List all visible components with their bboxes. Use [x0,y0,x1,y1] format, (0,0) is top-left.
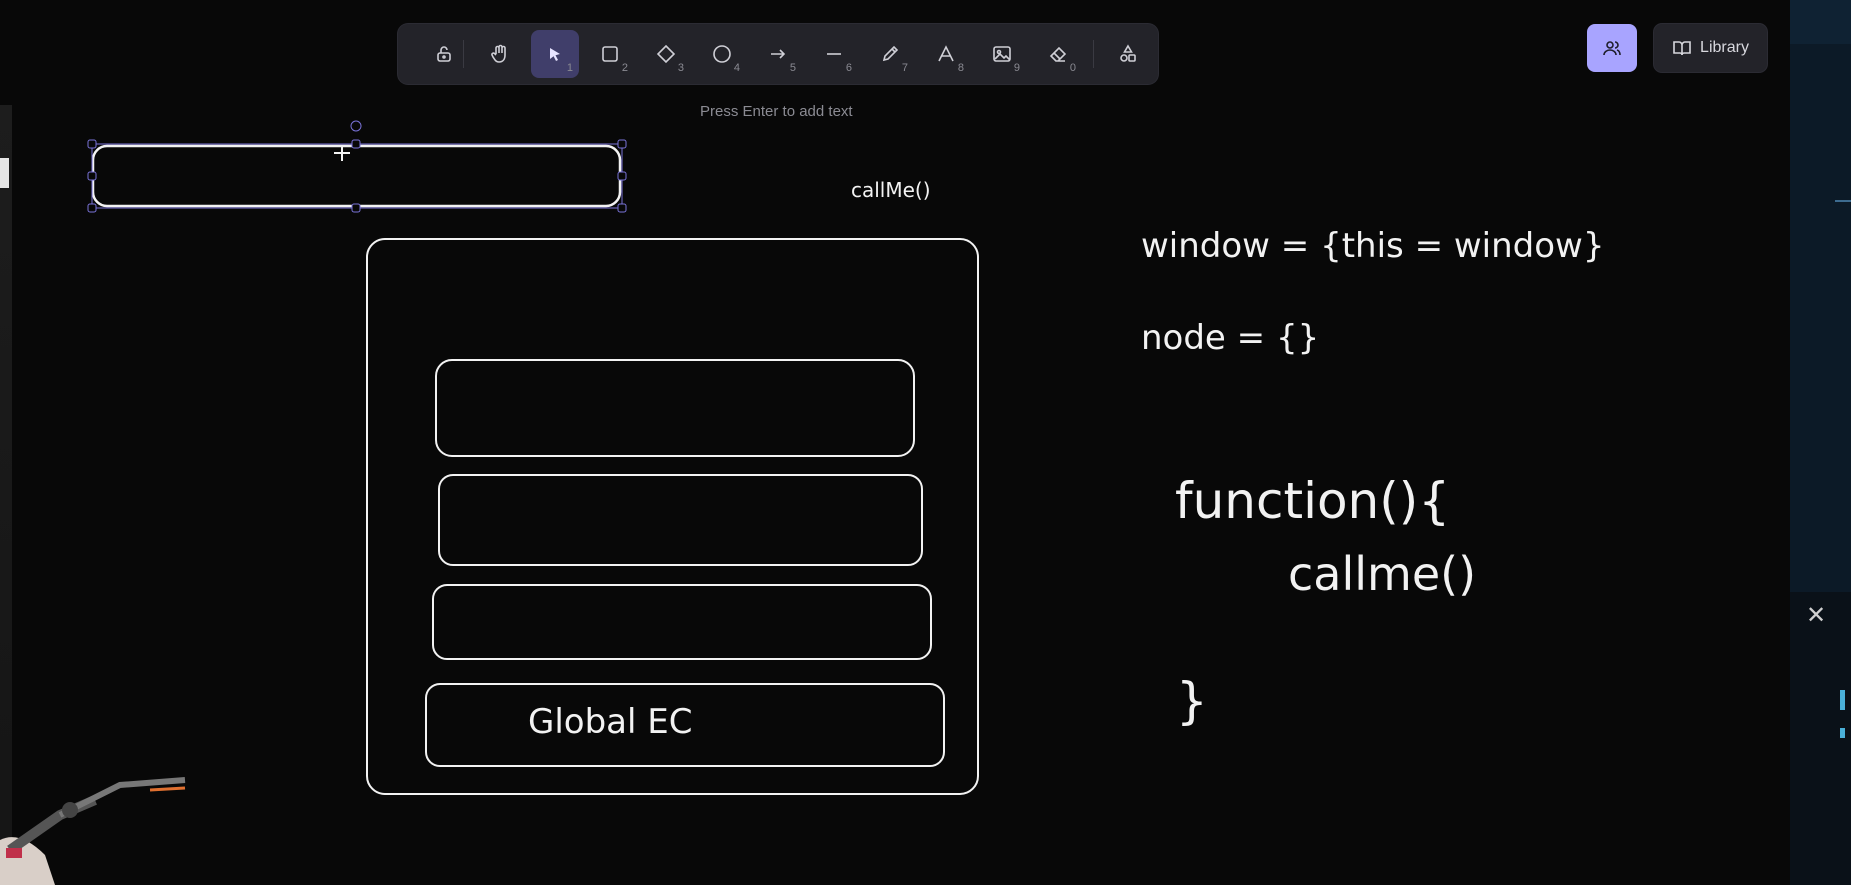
resize-handle[interactable] [87,171,97,181]
mic-joint [62,802,78,818]
mic-arm [7,795,97,855]
resize-handle[interactable] [617,203,627,213]
resize-handle[interactable] [351,139,361,149]
right-panel-indicator [1840,690,1845,710]
right-panel-indicator-small [1840,728,1845,738]
mic-cable [149,786,186,792]
mic-base [6,848,22,858]
right-panel-divider [1835,200,1851,202]
canvas-drawing: callMe() Global EC window = {this = wind… [87,120,1605,795]
stack-frame-2[interactable] [438,474,923,566]
closing-brace-note[interactable]: } [1176,672,1208,730]
node-note[interactable]: node = {} [1141,318,1319,358]
selected-rectangle[interactable] [87,120,627,213]
stack-frame-3[interactable] [432,584,932,660]
function-note[interactable]: function(){ [1175,472,1450,530]
right-panel-header [1790,0,1851,44]
rotate-handle[interactable] [350,120,362,132]
resize-handle[interactable] [617,139,627,149]
callme-small-text[interactable]: callMe() [851,178,931,202]
resize-handle[interactable] [87,139,97,149]
global-ec-label[interactable]: Global EC [528,702,693,742]
person-shoulder [0,837,55,885]
resize-handle[interactable] [351,203,361,213]
stack-frame-1[interactable] [435,359,915,457]
move-cursor-icon [334,145,350,161]
right-panel-body [1790,44,1851,592]
close-icon[interactable]: ✕ [1806,604,1826,628]
right-side-panel [1790,0,1851,885]
webcam-overlay [0,777,186,885]
resize-handle[interactable] [617,171,627,181]
resize-handle[interactable] [87,203,97,213]
window-note[interactable]: window = {this = window} [1141,226,1605,266]
callme-note[interactable]: callme() [1288,547,1476,601]
